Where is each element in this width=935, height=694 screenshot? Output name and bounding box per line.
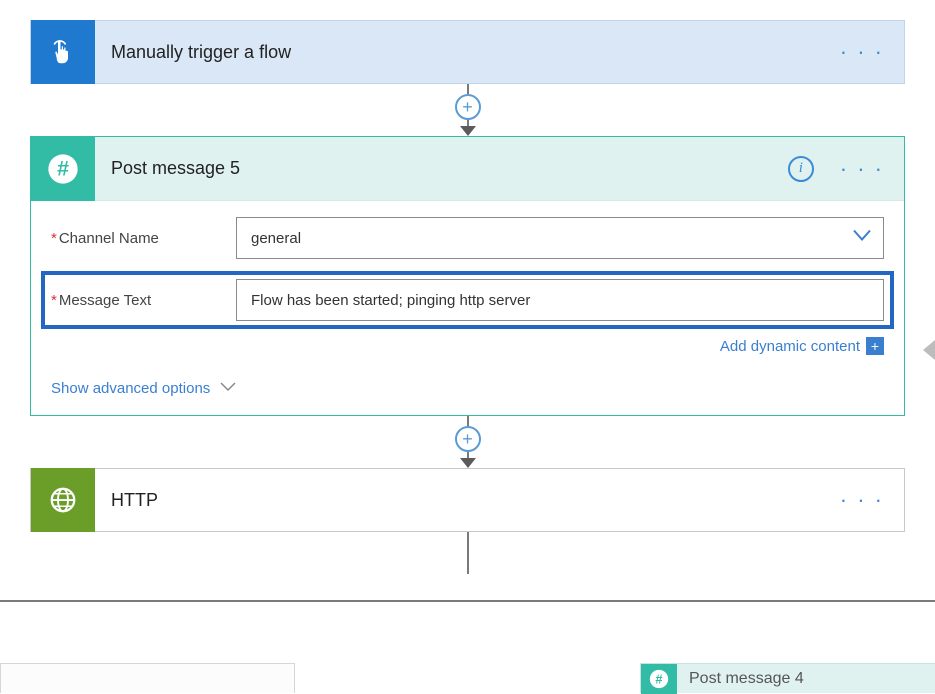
add-dynamic-content-link[interactable]: Add dynamic content	[720, 338, 860, 355]
manual-trigger-icon	[31, 20, 95, 84]
message-text-label: *Message Text	[51, 292, 236, 309]
advanced-options-label: Show advanced options	[51, 380, 210, 397]
add-step-button-2[interactable]: +	[455, 426, 481, 452]
slack-hash-icon: #	[641, 664, 677, 694]
post-message-card: # Post message 5 i · · · *Channel Name	[30, 136, 905, 416]
edge-expand-icon[interactable]	[923, 340, 935, 360]
globe-icon	[31, 468, 95, 532]
channel-name-row: *Channel Name	[51, 217, 884, 259]
trigger-title: Manually trigger a flow	[111, 42, 820, 63]
message-text-highlight: *Message Text	[41, 271, 894, 329]
branch-right-title: Post message 4	[689, 670, 804, 688]
channel-name-select[interactable]	[236, 217, 884, 259]
http-title: HTTP	[111, 490, 820, 511]
show-advanced-options[interactable]: Show advanced options	[51, 379, 884, 397]
post-message-header[interactable]: # Post message 5 i · · ·	[31, 137, 904, 201]
message-text-input[interactable]	[236, 279, 884, 321]
trigger-more-button[interactable]: · · ·	[820, 39, 904, 65]
dynamic-content-plus-icon[interactable]: +	[866, 337, 884, 355]
svg-text:#: #	[57, 156, 69, 180]
trigger-card[interactable]: Manually trigger a flow · · ·	[30, 20, 905, 84]
connector-add-2: +	[30, 416, 905, 468]
branch-left-card-partial[interactable]	[0, 663, 295, 693]
connector-add-1: +	[30, 84, 905, 136]
post-more-button[interactable]: · · ·	[820, 156, 904, 182]
post-message-title: Post message 5	[111, 158, 788, 179]
slack-hash-icon: #	[31, 137, 95, 201]
dynamic-content-row: Add dynamic content +	[51, 337, 884, 355]
branch-right-card-partial[interactable]: # Post message 4	[640, 663, 935, 693]
add-step-button-1[interactable]: +	[455, 94, 481, 120]
channel-name-label: *Channel Name	[51, 230, 236, 247]
svg-text:#: #	[655, 671, 662, 686]
branch-horizontal-line	[0, 600, 935, 602]
branch-vertical-line	[467, 532, 469, 574]
chevron-down-icon	[220, 379, 236, 397]
http-more-button[interactable]: · · ·	[820, 487, 904, 513]
info-icon[interactable]: i	[788, 156, 814, 182]
http-card[interactable]: HTTP · · ·	[30, 468, 905, 532]
